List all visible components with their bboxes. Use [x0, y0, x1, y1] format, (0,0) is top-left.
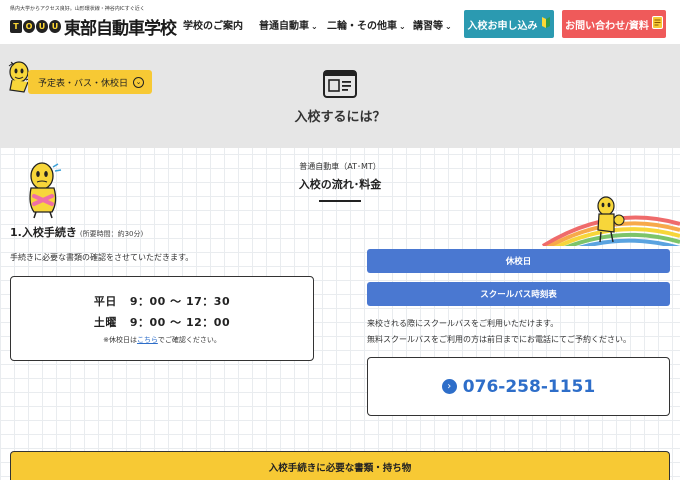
phone-box[interactable]: › 076-258-1151 — [367, 357, 670, 416]
step-1-description: 手続きに必要な書類の確認をさせていただきます。 — [10, 253, 194, 262]
required-documents-bar[interactable]: 入校手続きに必要な書類・持ち物 — [10, 451, 670, 480]
apply-label: 入校お申し込み — [467, 20, 538, 32]
step-1-heading: 1.入校手続き — [10, 226, 77, 239]
nav-label: 学校のご案内 — [183, 21, 243, 32]
header-tagline: 県内大学からアクセス良好。山形環状線・神谷内ICすぐ近く — [10, 6, 145, 12]
document-icon — [651, 16, 663, 32]
logo-mark: T O U U — [10, 18, 61, 36]
step-1-title: 1.入校手続き (所要時間：約30分) — [10, 224, 143, 240]
section-eyebrow: 普通自動車（AT･MT） — [299, 162, 381, 171]
nav-motorcycle-other[interactable]: 二輪・その他車 ⌄ — [327, 17, 406, 32]
section-divider — [319, 200, 361, 202]
holiday-note-prefix: ※休校日は — [103, 336, 138, 344]
chevron-down-icon: ⌄ — [311, 22, 318, 31]
logo-letter: T — [10, 20, 22, 33]
hours-time: 9：00 〜 17：30 — [129, 295, 231, 308]
phone-number[interactable]: 076-258-1151 — [463, 377, 595, 397]
hours-day: 土曜 — [93, 316, 117, 329]
nav-regular-car[interactable]: 普通自動車 ⌄ — [259, 17, 318, 32]
arrow-circle-icon: › — [441, 379, 457, 394]
holiday-button[interactable]: 休校日 — [367, 249, 670, 273]
nav-courses[interactable]: 講習等 ⌄ — [413, 17, 452, 32]
hours-day: 平日 — [93, 295, 117, 308]
mascot-rainbow-figure — [597, 196, 625, 243]
chevron-down-icon: ⌄ — [133, 76, 144, 88]
nav-label: 普通自動車 — [259, 21, 309, 32]
nav-label: 二輪・その他車 — [327, 21, 397, 32]
hours-row-saturday: 土曜 9：00 〜 12：00 — [11, 314, 313, 330]
schedule-bus-holiday-button[interactable]: 予定表・バス・休校日 ⌄ — [28, 70, 152, 94]
step-1-duration: (所要時間：約30分) — [79, 230, 144, 238]
holiday-link[interactable]: こちら — [137, 336, 158, 344]
mascot-confused-figure — [29, 162, 62, 219]
contact-label: お問い合わせ/資料 — [565, 20, 649, 32]
logo-text: 東部自動車学校 — [64, 19, 177, 39]
contact-button[interactable]: お問い合わせ/資料 — [562, 10, 666, 38]
page-title: 入校するには？ — [294, 110, 386, 125]
bus-info-line-1: 来校される際にスクールバスをご利用いただけます。 — [367, 319, 559, 328]
office-hours-box: 平日 9：00 〜 17：30 土曜 9：00 〜 12：00 ※休校日はこちら… — [10, 276, 314, 361]
school-bus-timetable-button[interactable]: スクールバス時刻表 — [367, 282, 670, 306]
required-documents-label: 入校手続きに必要な書類・持ち物 — [268, 463, 412, 474]
logo-letter: U — [36, 20, 48, 33]
apply-button[interactable]: 入校お申し込み — [464, 10, 554, 38]
nav-school-info[interactable]: 学校のご案内 — [183, 17, 243, 32]
chevron-down-icon: ⌄ — [399, 22, 406, 31]
site-header: 県内大学からアクセス良好。山形環状線・神谷内ICすぐ近く T O U U 東部自… — [0, 0, 680, 44]
entry-card-icon — [323, 70, 357, 98]
section-title: 入校の流れ･料金 — [298, 178, 382, 191]
hours-row-weekday: 平日 9：00 〜 17：30 — [11, 293, 313, 309]
bus-info-line-2: 無料スクールバスをご利用の方は前日までにお電話にてご予約ください。 — [367, 335, 631, 344]
logo-letter: O — [23, 20, 35, 33]
hours-time: 9：00 〜 12：00 — [129, 316, 231, 329]
chevron-down-icon: ⌄ — [445, 22, 452, 31]
site-logo[interactable]: T O U U 東部自動車学校 — [10, 14, 177, 39]
nav-label: 講習等 — [413, 21, 443, 32]
beginner-mark-icon — [541, 16, 551, 32]
holiday-note-suffix: でご確認ください。 — [157, 336, 221, 344]
logo-letter: U — [49, 20, 61, 33]
holiday-note: ※休校日はこちらでご確認ください。 — [11, 335, 313, 345]
schedule-label: 予定表・バス・休校日 — [37, 78, 128, 89]
